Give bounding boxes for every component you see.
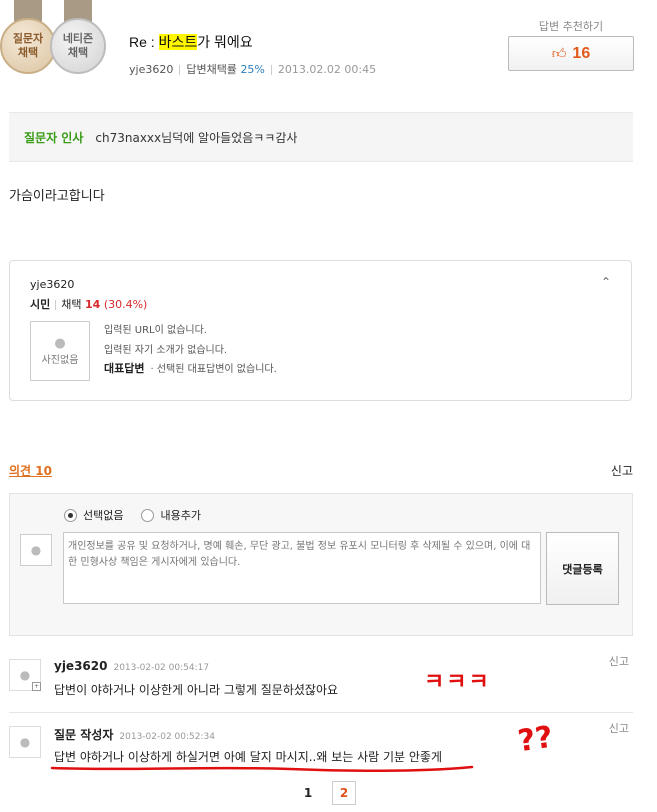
answer-title: Re : 바스트가 뭐에요	[129, 34, 253, 50]
questioner-adopted-badge: 질문자 채택	[0, 18, 56, 74]
avatar: ● +	[9, 659, 41, 691]
radio-unselected-icon	[141, 508, 155, 522]
reply-icon[interactable]: +	[32, 682, 41, 691]
answer-date: 2013.02.02 00:45	[277, 63, 377, 76]
recommend-label: 답변 추천하기	[538, 20, 604, 33]
greeting-label: 질문자 인사	[24, 130, 84, 145]
pagination: 1 2	[296, 781, 356, 805]
comment-form: 선택없음 내용추가 ● 댓글등록	[9, 493, 633, 636]
comment-date: 2013-02-02 00:54:17	[113, 663, 210, 673]
answer-body: 가슴이라고합니다	[9, 189, 105, 204]
recommend-count: 16	[572, 44, 591, 62]
handwritten-question-annotation: ??	[515, 719, 556, 760]
radio-add-content[interactable]: 내용추가	[141, 507, 201, 523]
profile-intro: 입력된 자기 소개가 없습니다.	[104, 345, 228, 356]
greeting-text: ch73naxxx님덕에 알아들었음ㅋㅋ감사	[95, 130, 298, 145]
divider	[9, 712, 633, 713]
comment-author: 질문 작성자 2013-02-02 00:52:34	[54, 728, 215, 742]
profile-user-id[interactable]: yje3620	[30, 278, 74, 291]
profile-url: 입력된 URL이 없습니다.	[104, 325, 207, 336]
profile-grade: 시민 채택 14 (30.4%)	[30, 298, 148, 311]
radio-none[interactable]: 선택없음	[64, 507, 123, 523]
page-1-current: 1	[303, 786, 313, 800]
comment-report-link[interactable]: 신고	[609, 720, 629, 736]
title-highlight: 바스트	[158, 34, 198, 50]
comment-report-link[interactable]: 신고	[609, 653, 629, 669]
page-2-link[interactable]: 2	[332, 781, 356, 805]
collapse-chevron-icon[interactable]: ⌃	[601, 275, 611, 289]
comment-date: 2013-02-02 00:52:34	[119, 732, 215, 742]
list-item: ● + yje3620 2013-02-02 00:54:17 신고 답변이 야하거…	[9, 655, 633, 707]
comment-type-radios: 선택없음 내용추가	[64, 507, 201, 523]
user-silhouette-icon: ●	[54, 336, 66, 351]
comment-submit-button[interactable]: 댓글등록	[546, 532, 619, 605]
comment-textarea[interactable]	[63, 532, 541, 604]
comment-author: yje3620 2013-02-02 00:54:17	[54, 659, 210, 673]
red-underline-annotation	[50, 765, 474, 772]
handwritten-laugh-annotation: ㅋㅋㅋ	[424, 670, 491, 695]
adopt-rate: 25%	[240, 63, 265, 76]
avatar: ●	[9, 726, 41, 758]
profile-rep-answer: 대표답변 · 선택된 대표답변이 없습니다.	[104, 362, 277, 375]
recommend-button[interactable]: 👍︎ 16	[508, 36, 634, 71]
report-link[interactable]: 신고	[611, 462, 633, 479]
profile-photo: ● 사진없음	[30, 321, 90, 381]
avatar: ●	[20, 534, 52, 566]
opinions-count-link[interactable]: 의견 10	[9, 462, 52, 479]
radio-selected-icon	[64, 508, 77, 522]
thumbs-up-icon: 👍︎	[551, 46, 567, 62]
answer-meta: yje3620 답변채택률 25% 2013.02.02 00:45	[129, 63, 377, 76]
answer-author[interactable]: yje3620	[129, 63, 173, 76]
comment-text: 답변이 야하거나 이상한게 아니라 그렇게 질문하셨잖아요	[54, 683, 339, 697]
questioner-greeting: 질문자 인사 ch73naxxx님덕에 알아들었음ㅋㅋ감사	[9, 112, 633, 162]
adoption-badges: 질문자 채택 네티즌 채택	[0, 0, 110, 78]
netizen-adopted-badge: 네티즌 채택	[50, 18, 106, 74]
answerer-profile-card: yje3620 시민 채택 14 (30.4%) ⌃ ● 사진없음 입력된 URL…	[9, 260, 632, 401]
